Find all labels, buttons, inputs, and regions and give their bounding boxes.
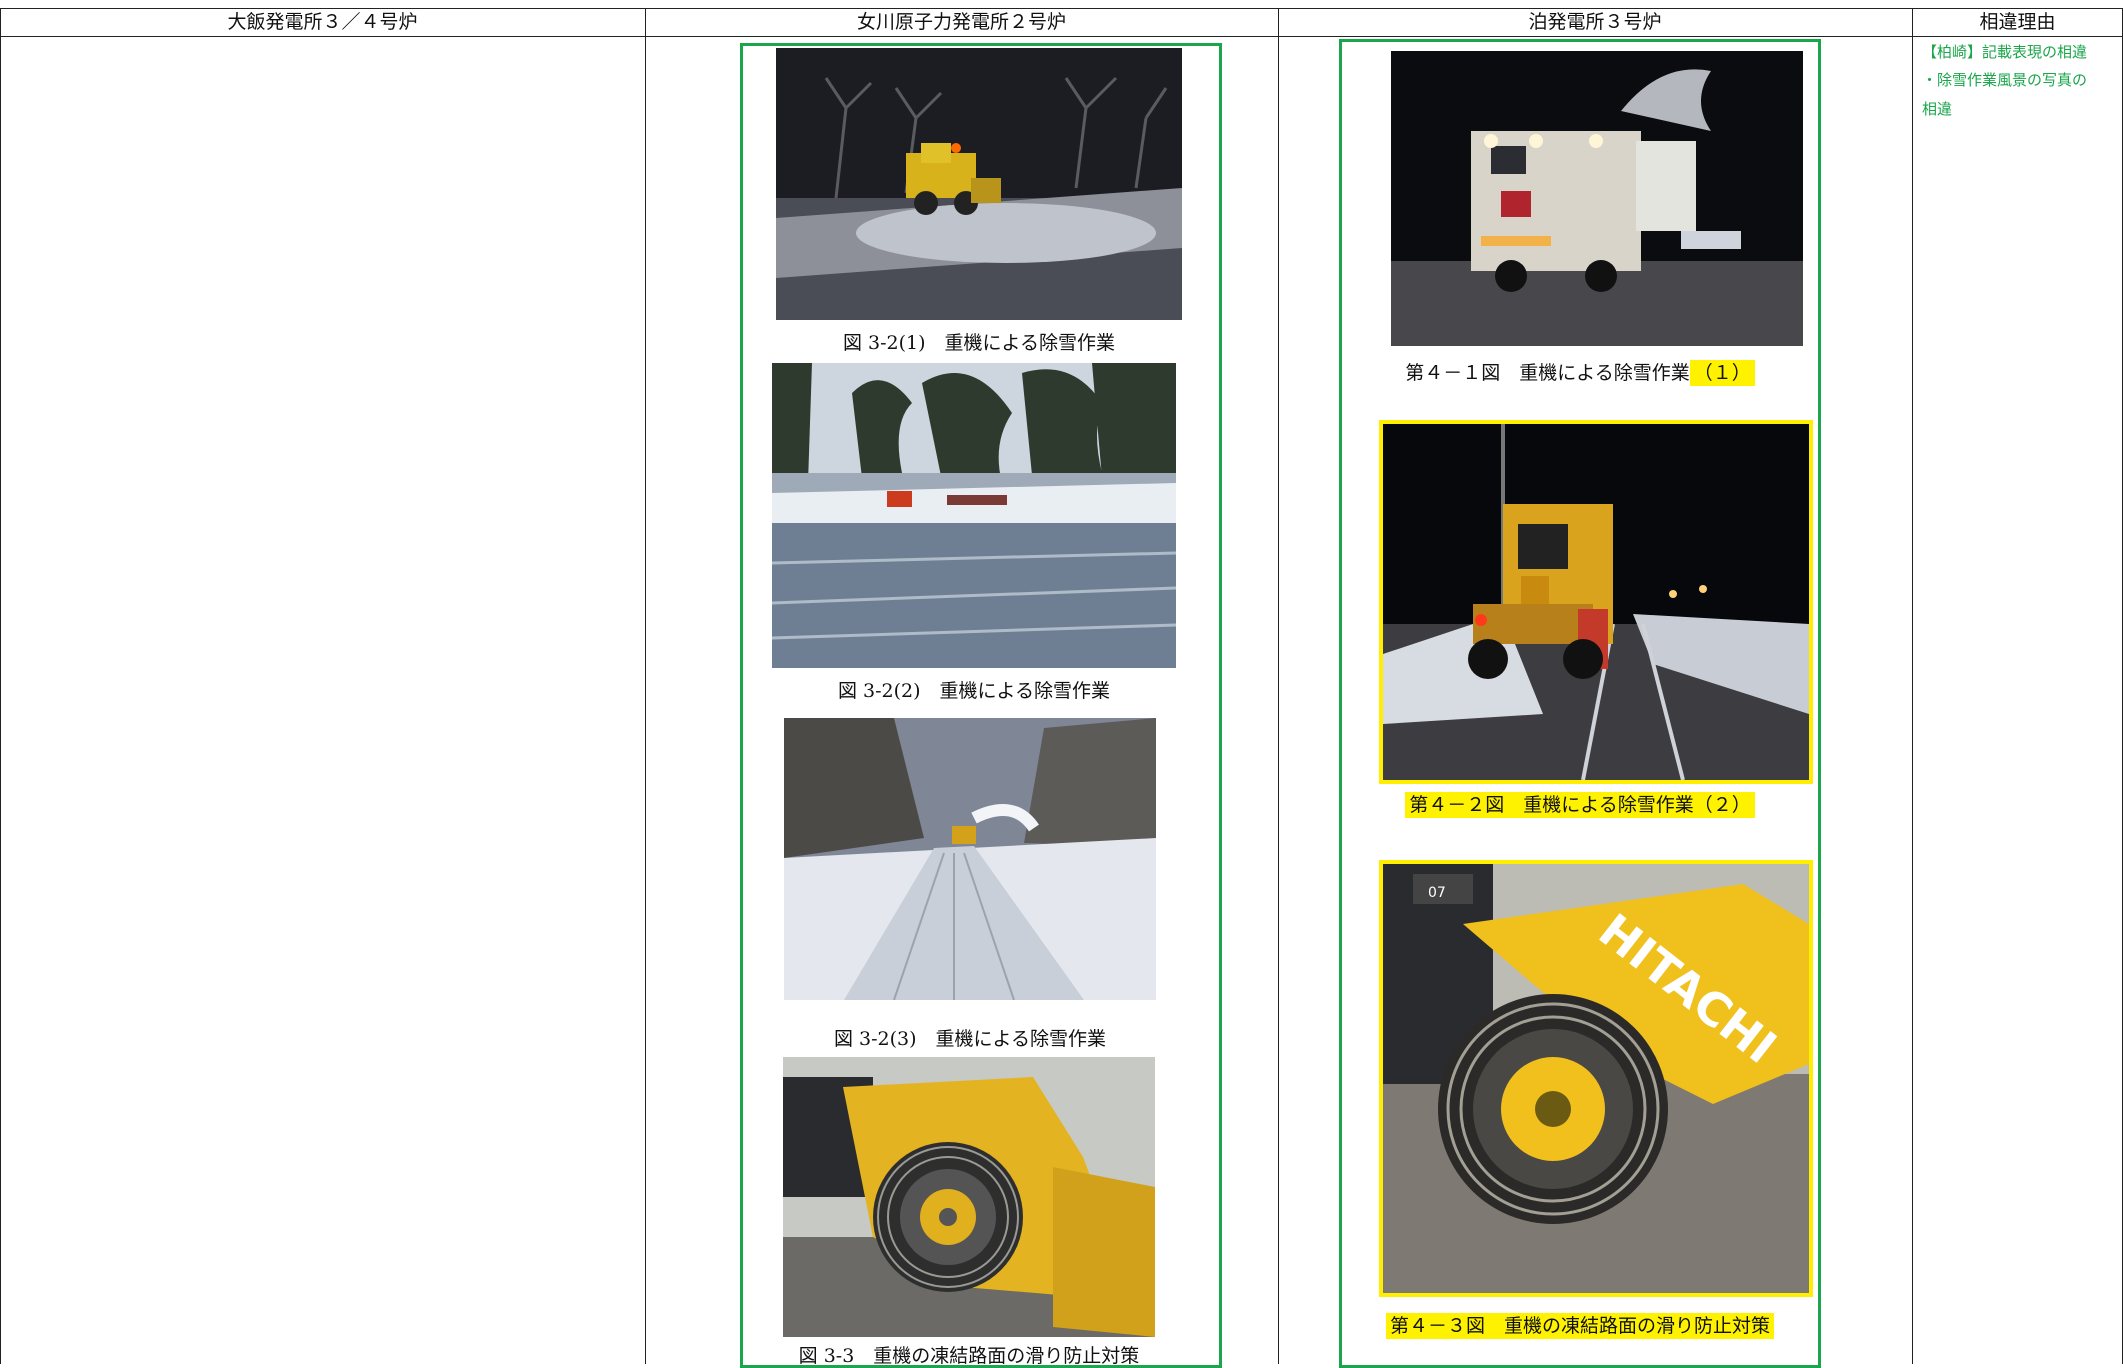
column-divider-2: [1278, 8, 1279, 1364]
svg-text:07: 07: [1428, 885, 1446, 901]
column-header-ohi: 大飯発電所３／４号炉: [227, 11, 418, 33]
reason-line-1: 【柏崎】記載表現の相違: [1922, 43, 2088, 61]
tomari-photo-1: [1391, 51, 1803, 346]
tomari-caption-2-highlight: 第４－２図 重機による除雪作業（２）: [1405, 792, 1755, 818]
tomari-caption-3: 第４－３図 重機の凍結路面の滑り防止対策: [1339, 1311, 1821, 1339]
tomari-photo-3: 07 HITACHI: [1383, 864, 1809, 1293]
column-divider-3: [1912, 8, 1913, 1364]
tomari-caption-3-highlight: 第４－３図 重機の凍結路面の滑り防止対策: [1385, 1313, 1774, 1339]
onagawa-caption-3: 図 3-2(3) 重機による除雪作業: [834, 1028, 1106, 1050]
tomari-caption-1: 第４－１図 重機による除雪作業 （１）: [1339, 358, 1821, 386]
tomari-caption-1-highlight: （１）: [1689, 360, 1755, 386]
onagawa-photo-4: [783, 1057, 1155, 1337]
tomari-caption-1-text: 第４－１図 重機による除雪作業: [1405, 362, 1690, 384]
table-left-border: [0, 8, 1, 1364]
onagawa-caption-1: 図 3-2(1) 重機による除雪作業: [843, 332, 1115, 354]
column-header-reason: 相違理由: [1979, 11, 2056, 33]
reason-line-3: 相違: [1922, 100, 1953, 118]
column-header-onagawa: 女川原子力発電所２号炉: [856, 11, 1066, 33]
onagawa-caption-2: 図 3-2(2) 重機による除雪作業: [838, 680, 1110, 702]
reason-line-2: ・除雪作業風景の写真の: [1922, 71, 2088, 89]
column-header-tomari: 泊発電所３号炉: [1528, 11, 1662, 33]
column-divider-1: [645, 8, 646, 1364]
onagawa-photo-2: [772, 363, 1176, 668]
onagawa-photo-3: [784, 718, 1156, 1000]
header-bottom-border: [0, 36, 2123, 37]
tomari-caption-2: 第４－２図 重機による除雪作業（２）: [1339, 790, 1821, 818]
onagawa-photo-1: [776, 48, 1182, 320]
tomari-photo-2: [1383, 424, 1809, 780]
